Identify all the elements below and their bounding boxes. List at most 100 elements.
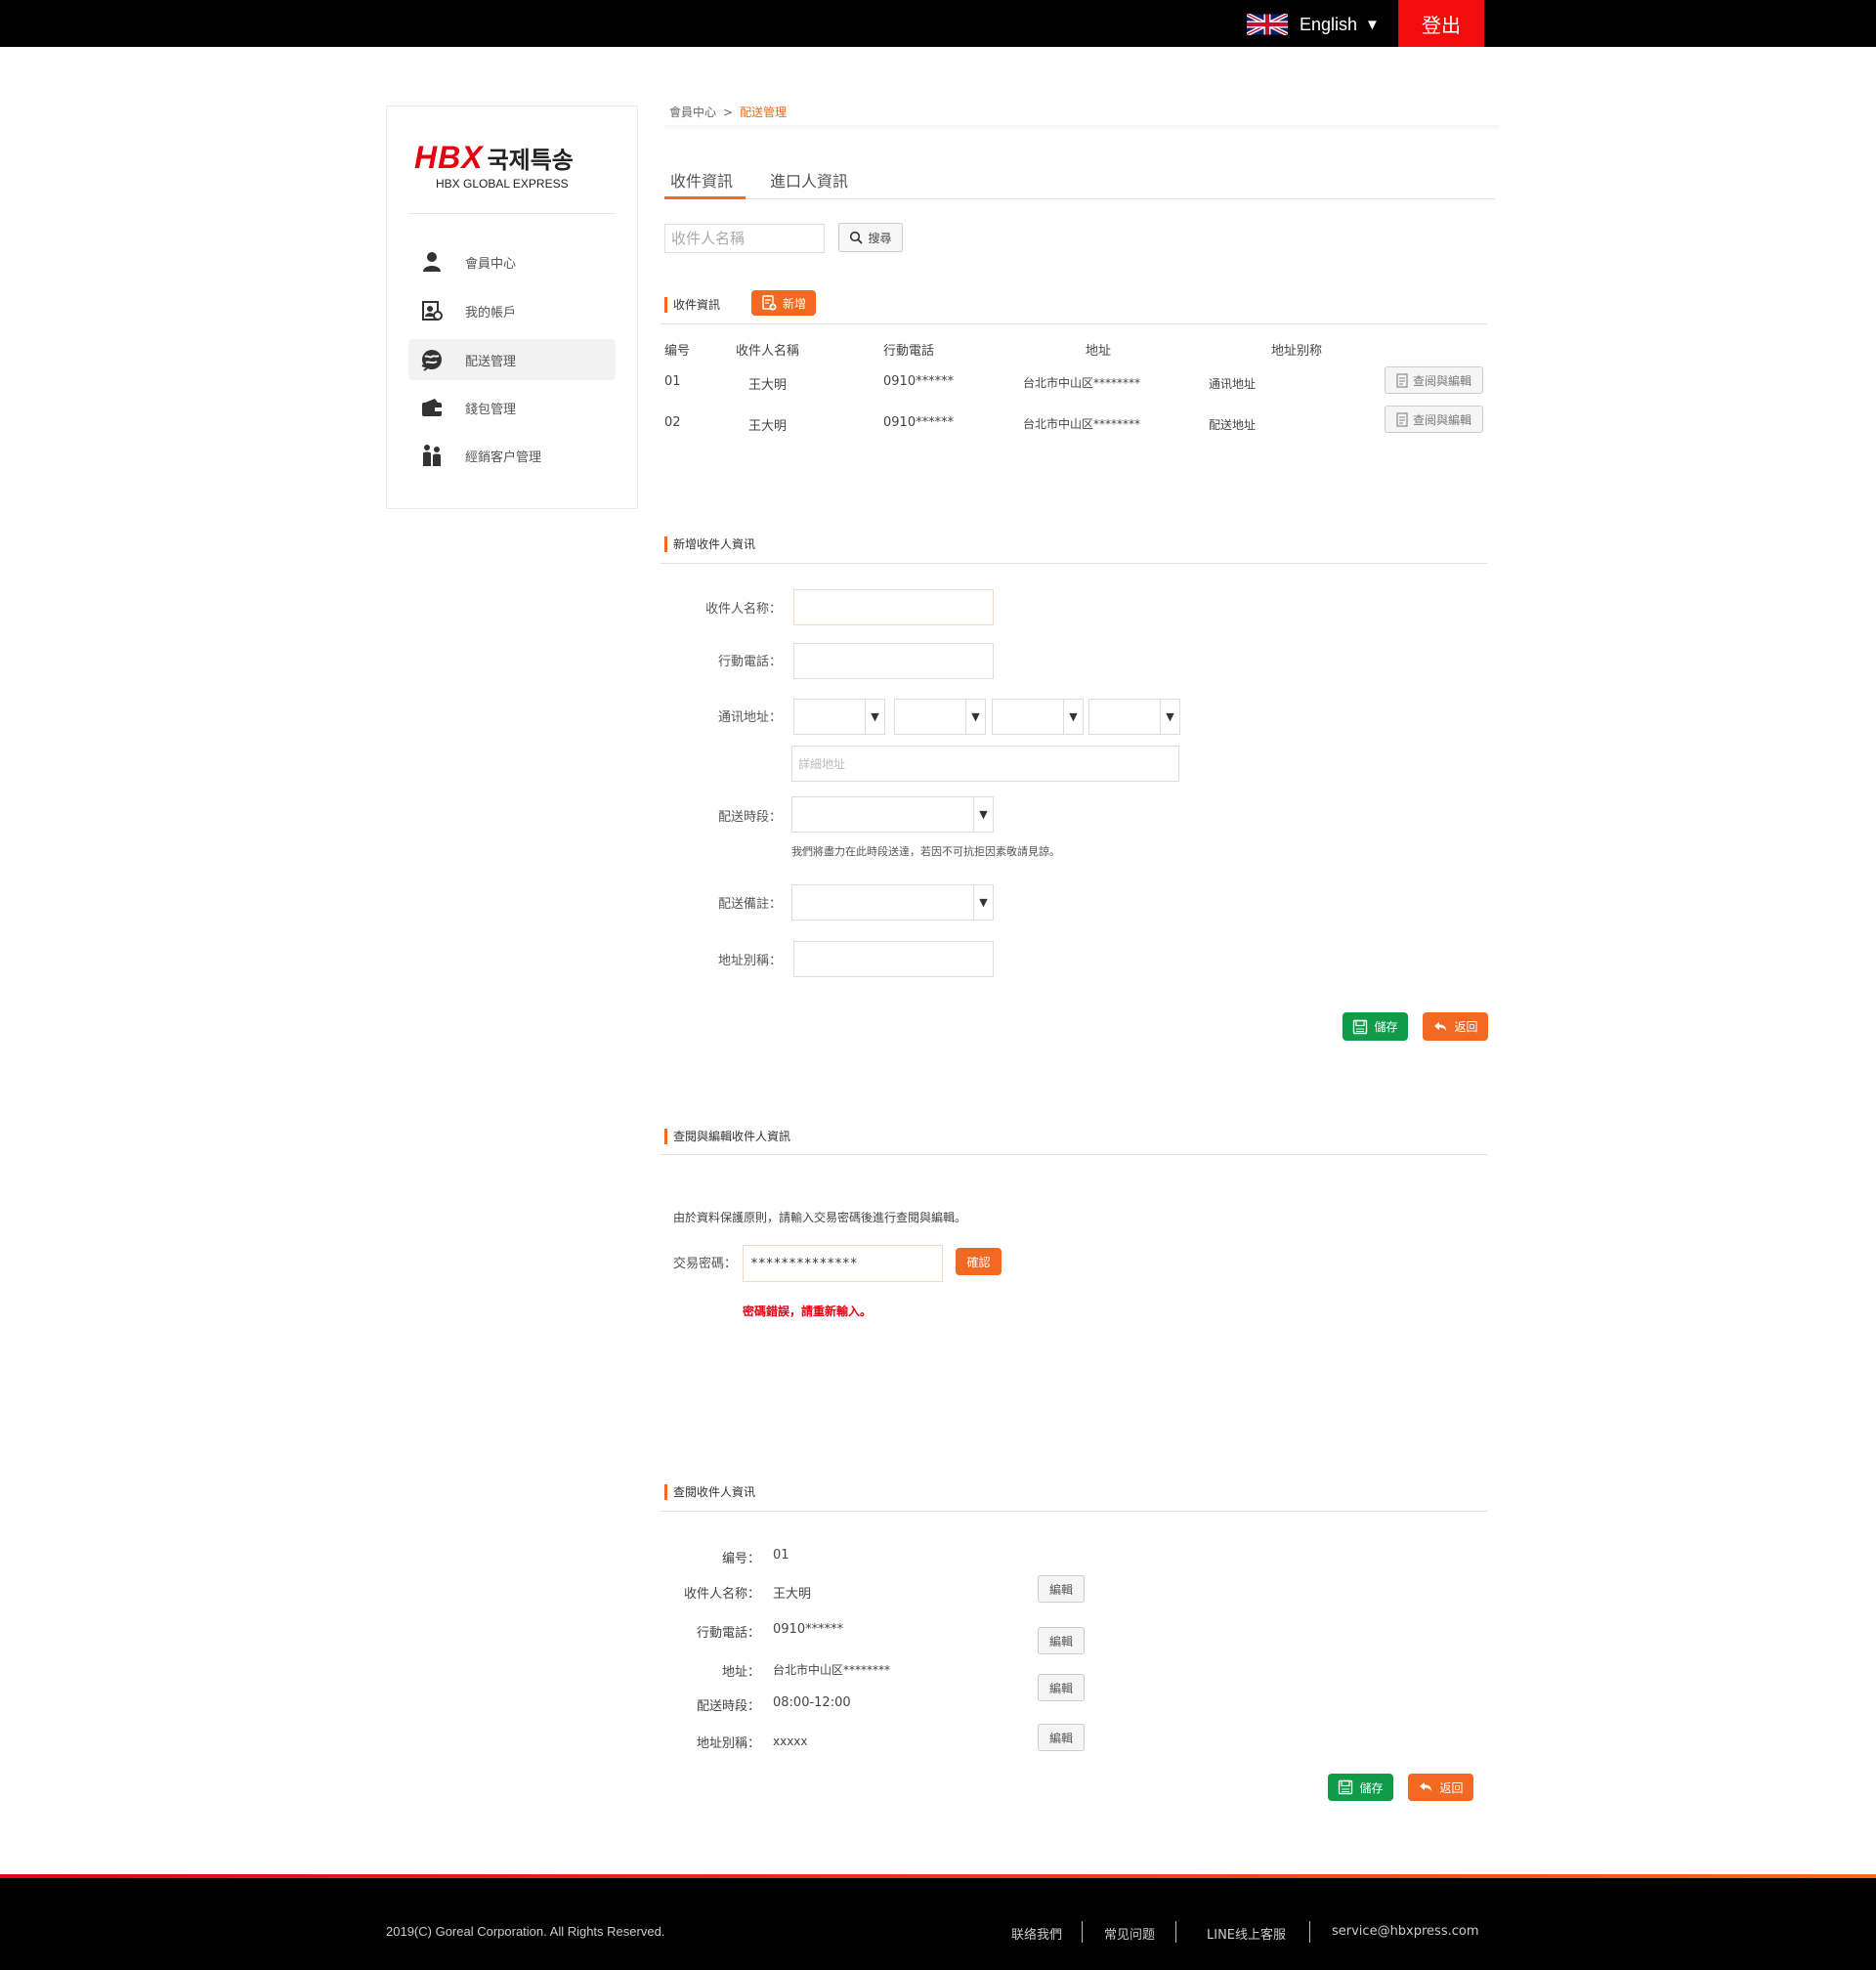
transaction-password-label: 交易密碼： <box>673 1257 738 1271</box>
add-recipient-button[interactable]: 新增 <box>751 290 816 316</box>
tab-recipient-info[interactable]: 收件資訊 <box>670 168 733 192</box>
cell-phone: 0910****** <box>883 374 955 389</box>
recipient-list-title: 收件資訊 <box>664 297 720 313</box>
wallet-icon <box>420 396 444 419</box>
save-icon <box>1353 1019 1368 1034</box>
search-icon <box>850 231 864 244</box>
sidebar: HBX 국제특송 HBX GLOBAL EXPRESS 會員中心 我的帳戶 配送… <box>386 106 638 509</box>
dropdown-arrow-icon: ▼ <box>973 885 993 920</box>
delivery-time-select[interactable]: ▼ <box>791 796 994 833</box>
sidebar-item-label: 配送管理 <box>465 354 517 369</box>
dropdown-arrow-icon: ▼ <box>1063 700 1083 734</box>
view-edit-button[interactable]: 查阅與編輯 <box>1385 406 1483 433</box>
save-button-label: 儲存 <box>1374 1020 1398 1034</box>
tab-importer-info[interactable]: 進口人資訊 <box>770 168 848 192</box>
section-divider <box>661 1511 1487 1512</box>
add-button-label: 新增 <box>782 296 806 311</box>
sidebar-item-member-center[interactable]: 會員中心 <box>408 241 616 282</box>
back-button-label: 返回 <box>1454 1020 1478 1034</box>
logout-button[interactable]: 登出 <box>1398 0 1484 47</box>
footer-link-faq[interactable]: 常见问题 <box>1104 1924 1155 1943</box>
view-edit-label: 查阅與編輯 <box>1412 373 1471 388</box>
delivery-note-select[interactable]: ▼ <box>791 884 994 921</box>
edit-address-button[interactable]: 編輯 <box>1038 1674 1085 1701</box>
globe-delivery-icon <box>420 348 444 371</box>
phone-input[interactable] <box>793 643 994 679</box>
logo-brand: HBX <box>414 140 484 175</box>
document-icon <box>1396 411 1408 427</box>
sidebar-item-dealer-management[interactable]: 經銷客户管理 <box>408 435 616 476</box>
cell-id: 02 <box>664 415 681 430</box>
edit-phone-button[interactable]: 編輯 <box>1038 1627 1085 1654</box>
logo-subtitle: HBX GLOBAL EXPRESS <box>436 177 569 191</box>
document-icon <box>1396 372 1408 388</box>
detail-id-label: 编号： <box>721 1552 760 1566</box>
address-zip-select[interactable]: ▼ <box>1088 699 1180 735</box>
recipient-search-input[interactable] <box>664 224 825 253</box>
address-road-select[interactable]: ▼ <box>992 699 1084 735</box>
sidebar-item-my-account[interactable]: 我的帳戶 <box>408 290 616 331</box>
address-city-select[interactable]: ▼ <box>793 699 885 735</box>
language-selector[interactable]: English ▼ <box>1247 12 1380 37</box>
sidebar-item-label: 我的帳戶 <box>465 305 517 321</box>
section-divider <box>661 323 1487 324</box>
column-header-phone: 行動電話 <box>883 344 935 359</box>
address-label: 通讯地址： <box>717 710 782 725</box>
sidebar-item-wallet-management[interactable]: 錢包管理 <box>408 387 616 428</box>
tabs-divider <box>664 198 1495 199</box>
detail-name-label: 收件人名称： <box>683 1587 760 1602</box>
footer-link-email[interactable]: service@hbxpress.com <box>1332 1924 1479 1939</box>
detail-name-value: 王大明 <box>773 1587 812 1602</box>
confirm-button[interactable]: 確認 <box>956 1248 1002 1275</box>
address-alias-input[interactable] <box>793 941 994 977</box>
recipient-name-input[interactable] <box>793 589 994 625</box>
search-button-label: 搜尋 <box>868 231 892 245</box>
transaction-password-input[interactable] <box>743 1245 943 1282</box>
uk-flag-icon <box>1247 14 1288 35</box>
footer-link-line[interactable]: LINE线上客服 <box>1207 1924 1286 1943</box>
logo-korean: 국제특송 <box>487 147 574 174</box>
breadcrumb-parent[interactable]: 會員中心 <box>669 106 716 119</box>
sidebar-divider <box>408 213 616 214</box>
section-divider <box>661 1154 1487 1155</box>
save-button-label: 儲存 <box>1359 1780 1384 1795</box>
recipient-name-label: 收件人名称： <box>704 602 782 617</box>
detail-alias-value: xxxxx <box>773 1734 808 1748</box>
add-document-icon <box>762 295 777 311</box>
delivery-note-label: 配送備註： <box>717 897 782 912</box>
save-icon <box>1339 1779 1353 1795</box>
account-icon <box>420 299 444 322</box>
cell-address: 台北市中山区******** <box>1023 376 1141 390</box>
breadcrumb-separator: > <box>723 106 734 119</box>
cell-phone: 0910****** <box>883 415 955 430</box>
address-alias-label: 地址別稱： <box>717 954 782 968</box>
sidebar-item-delivery-management[interactable]: 配送管理 <box>408 339 616 380</box>
search-button[interactable]: 搜尋 <box>838 223 903 252</box>
edit-alias-button[interactable]: 編輯 <box>1038 1724 1085 1751</box>
sidebar-item-label: 經銷客户管理 <box>465 450 542 465</box>
breadcrumb-current: 配送管理 <box>740 106 788 119</box>
footer-separator <box>1175 1921 1176 1943</box>
detail-phone-value: 0910****** <box>773 1622 844 1637</box>
address-district-select[interactable]: ▼ <box>894 699 986 735</box>
footer-link-contact[interactable]: 联络我們 <box>1011 1924 1062 1943</box>
sidebar-item-label: 會員中心 <box>465 256 517 272</box>
detail-back-button[interactable]: 返回 <box>1408 1774 1473 1801</box>
caret-down-icon: ▼ <box>1365 16 1380 33</box>
footer: 2019(C) Goreal Corporation. All Rights R… <box>0 1878 1876 1970</box>
address-detail-input[interactable] <box>791 746 1179 782</box>
detail-save-button[interactable]: 儲存 <box>1328 1774 1393 1801</box>
dropdown-arrow-icon: ▼ <box>865 700 884 734</box>
detail-time-value: 08:00-12:00 <box>773 1695 851 1710</box>
view-edit-button[interactable]: 查阅與編輯 <box>1385 366 1483 394</box>
detail-alias-label: 地址別稱： <box>696 1736 760 1751</box>
cell-name: 王大明 <box>748 419 788 434</box>
view-edit-label: 查阅與編輯 <box>1412 412 1471 427</box>
back-button[interactable]: 返回 <box>1423 1012 1488 1041</box>
edit-name-button[interactable]: 編輯 <box>1038 1575 1085 1603</box>
dropdown-arrow-icon: ▼ <box>973 797 993 832</box>
logo: HBX 국제특송 HBX GLOBAL EXPRESS <box>414 140 610 191</box>
detail-id-value: 01 <box>773 1548 789 1563</box>
save-button[interactable]: 儲存 <box>1343 1012 1408 1041</box>
section-divider <box>661 563 1487 564</box>
